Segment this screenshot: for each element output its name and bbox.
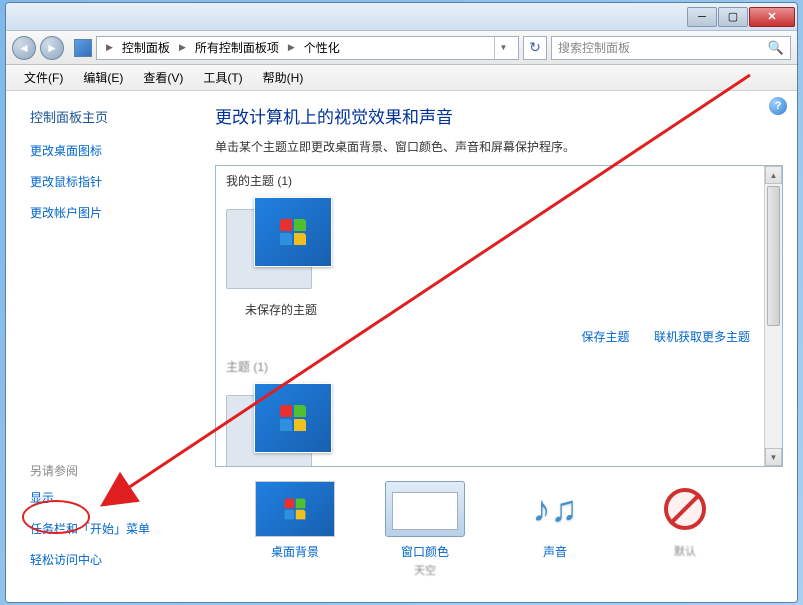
chevron-right-icon: ▶ <box>106 42 113 53</box>
menu-bar: 文件(F) 编辑(E) 查看(V) 工具(T) 帮助(H) <box>6 65 797 91</box>
sidebar-link-display[interactable]: 显示 <box>30 489 189 506</box>
address-breadcrumb[interactable]: ▶ 控制面板 ▶ 所有控制面板项 ▶ 个性化 ▼ <box>96 36 519 60</box>
save-theme-link[interactable]: 保存主题 <box>582 330 630 344</box>
screensaver-icon <box>645 481 725 537</box>
sound-icon: ♪♫ <box>515 481 595 537</box>
personalization-strip: 桌面背景 窗口颜色 天空 ♪♫ 声音 <box>215 467 783 578</box>
scroll-down-button[interactable]: ▼ <box>765 448 782 466</box>
themes-listbox: 我的主题 (1) 未保存的主题 保存主题 联机获取更多主题 主题 (1) <box>215 165 783 467</box>
minimize-button[interactable]: ─ <box>687 7 717 27</box>
maximize-button[interactable]: ▢ <box>718 7 748 27</box>
strip-label: 桌面背景 <box>255 543 335 560</box>
strip-sublabel: 默认 <box>645 543 725 559</box>
page-title: 更改计算机上的视觉效果和声音 <box>215 103 783 128</box>
my-themes-label: 我的主题 (1) <box>226 172 754 189</box>
strip-label: 声音 <box>515 543 595 560</box>
sidebar-link-mouse-pointer[interactable]: 更改鼠标指针 <box>30 173 189 190</box>
scroll-up-button[interactable]: ▲ <box>765 166 782 184</box>
theme-item[interactable] <box>226 383 336 466</box>
window-color-icon <box>385 481 465 537</box>
vertical-scrollbar[interactable]: ▲ ▼ <box>764 166 782 466</box>
search-placeholder: 搜索控制面板 <box>558 39 630 56</box>
chevron-right-icon: ▶ <box>179 42 186 53</box>
breadcrumb-item[interactable]: 控制面板 <box>118 37 174 58</box>
sounds-button[interactable]: ♪♫ 声音 <box>515 481 595 578</box>
theme-label: 未保存的主题 <box>226 301 336 318</box>
sidebar: 控制面板主页 更改桌面图标 更改鼠标指针 更改帐户图片 另请参阅 显示 任务栏和… <box>6 91 201 602</box>
nav-bar: ◄ ► ▶ 控制面板 ▶ 所有控制面板项 ▶ 个性化 ▼ ↻ 搜索控制面板 🔍 <box>6 31 797 65</box>
menu-view[interactable]: 查看(V) <box>133 65 193 90</box>
sidebar-link-account-picture[interactable]: 更改帐户图片 <box>30 204 189 221</box>
menu-tools[interactable]: 工具(T) <box>193 65 252 90</box>
control-panel-icon <box>74 39 92 57</box>
refresh-button[interactable]: ↻ <box>523 36 547 60</box>
breadcrumb-item[interactable]: 个性化 <box>300 37 344 58</box>
scrollbar-thumb[interactable] <box>767 186 780 326</box>
help-icon[interactable]: ? <box>769 97 787 115</box>
sidebar-link-desktop-icons[interactable]: 更改桌面图标 <box>30 142 189 159</box>
sidebar-link-taskbar[interactable]: 任务栏和「开始」菜单 <box>30 520 189 537</box>
menu-file[interactable]: 文件(F) <box>14 65 73 90</box>
desktop-background-button[interactable]: 桌面背景 <box>255 481 335 578</box>
strip-sublabel: 天空 <box>385 562 465 578</box>
theme-preview <box>226 197 336 297</box>
menu-edit[interactable]: 编辑(E) <box>73 65 133 90</box>
main-panel: ? 更改计算机上的视觉效果和声音 单击某个主题立即更改桌面背景、窗口颜色、声音和… <box>201 91 797 602</box>
search-icon: 🔍 <box>768 40 784 56</box>
window-color-button[interactable]: 窗口颜色 天空 <box>385 481 465 578</box>
forward-button[interactable]: ► <box>40 36 64 60</box>
strip-label: 窗口颜色 <box>385 543 465 560</box>
desktop-bg-icon <box>255 481 335 537</box>
page-description: 单击某个主题立即更改桌面背景、窗口颜色、声音和屏幕保护程序。 <box>215 138 783 155</box>
search-input[interactable]: 搜索控制面板 🔍 <box>551 36 791 60</box>
back-button[interactable]: ◄ <box>12 36 36 60</box>
aero-themes-label: 主题 (1) <box>226 358 754 375</box>
theme-item-unsaved[interactable]: 未保存的主题 <box>226 197 336 318</box>
theme-preview <box>226 383 336 466</box>
sidebar-home-link[interactable]: 控制面板主页 <box>30 107 189 126</box>
breadcrumb-dropdown[interactable]: ▼ <box>494 37 512 59</box>
sidebar-link-ease-of-access[interactable]: 轻松访问中心 <box>30 551 189 568</box>
menu-help[interactable]: 帮助(H) <box>253 65 314 90</box>
close-button[interactable]: ✕ <box>749 7 795 27</box>
breadcrumb-item[interactable]: 所有控制面板项 <box>191 37 283 58</box>
screensaver-button[interactable]: 默认 <box>645 481 725 578</box>
chevron-right-icon: ▶ <box>288 42 295 53</box>
see-also-heading: 另请参阅 <box>30 462 189 479</box>
window: ─ ▢ ✕ ◄ ► ▶ 控制面板 ▶ 所有控制面板项 ▶ 个性化 ▼ ↻ 搜索控… <box>5 2 798 603</box>
get-more-themes-link[interactable]: 联机获取更多主题 <box>654 330 750 344</box>
content: 控制面板主页 更改桌面图标 更改鼠标指针 更改帐户图片 另请参阅 显示 任务栏和… <box>6 91 797 602</box>
titlebar: ─ ▢ ✕ <box>6 3 797 31</box>
